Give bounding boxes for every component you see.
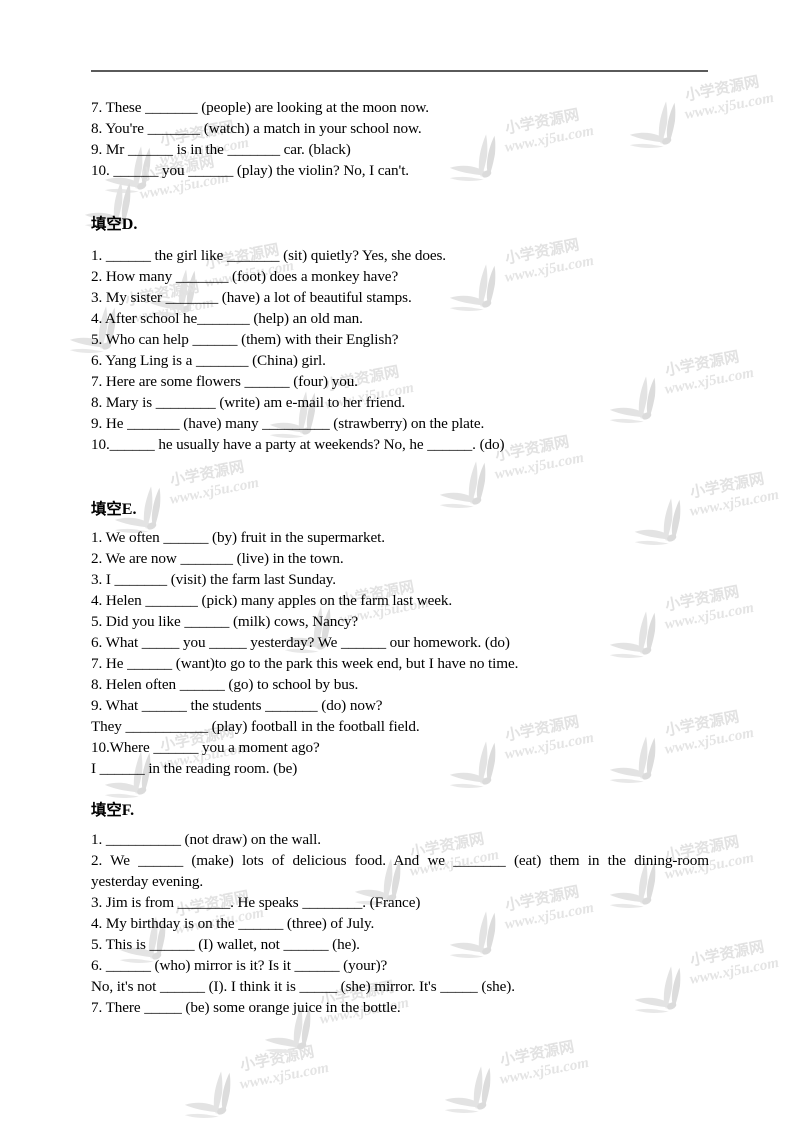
question-line: 4. Helen _______ (pick) many apples on t… [91, 592, 453, 609]
watermark-cn-text: 小学资源网 [498, 1037, 576, 1070]
question-line: They ___________ (play) football in the … [91, 718, 420, 735]
bird-leaf-logo-icon [184, 1071, 231, 1118]
question-line: 6. Yang Ling is a _______ (China) girl. [91, 352, 326, 369]
question-line: No, it's not ______ (I). I think it is _… [91, 978, 515, 995]
question-line: 3. Jim is from _______. He speaks ______… [91, 894, 421, 911]
question-line: 7. There _____ (be) some orange juice in… [91, 999, 401, 1016]
question-line: 8. Helen often ______ (go) to school by … [91, 676, 359, 693]
question-line: 4. After school he_______ (help) an old … [91, 310, 363, 327]
question-line: 8. Mary is ________ (write) am e-mail to… [91, 394, 406, 411]
question-line: 7. He ______ (want)to go to the park thi… [91, 655, 519, 672]
section-e-questions: 1. We often ______ (by) fruit in the sup… [91, 527, 711, 779]
section-e-heading-letter: E. [121, 501, 137, 518]
question-line: 5. Did you like ______ (milk) cows, Nanc… [91, 613, 359, 630]
question-line: 7. Here are some flowers ______ (four) y… [91, 373, 358, 390]
carryover-questions: 7. These _______ (people) are looking at… [91, 97, 711, 181]
watermark: 小学资源网 www.xj5u.com [435, 1020, 655, 1131]
question-line: 3. My sister _______ (have) a lot of bea… [91, 289, 412, 306]
question-line: 6. ______ (who) mirror is it? Is it ____… [91, 957, 388, 974]
question-line: 9. He _______ (have) many _________ (str… [91, 415, 485, 432]
section-f-heading-cjk: 填空 [91, 801, 122, 819]
question-line: 2. How many _______ (foot) does a monkey… [91, 268, 399, 285]
watermark-cn-text: 小学资源网 [168, 457, 246, 490]
section-f-heading-letter: F. [121, 802, 135, 819]
question-line: 1. We often ______ (by) fruit in the sup… [91, 529, 385, 546]
question-line: 10. ______ you ______ (play) the violin?… [91, 162, 410, 179]
section-f-questions: 1. __________ (not draw) on the wall. 2. … [91, 829, 711, 1018]
section-heading-e: 填空E. [91, 498, 711, 521]
section-d-heading-letter: D. [121, 216, 138, 233]
section-d-questions: 1. ______ the girl like _______ (sit) qu… [91, 245, 711, 455]
question-line: 9. Mr ______ is in the _______ car. (bla… [91, 141, 351, 158]
question-line: 8. You're _______ (watch) a match in you… [91, 120, 422, 137]
question-line: 10.Where ______ you a moment ago? [91, 739, 320, 756]
question-line: 7. These _______ (people) are looking at… [91, 99, 429, 116]
watermark-cn-text: 小学资源网 [238, 1042, 316, 1075]
watermark-url-text: www.xj5u.com [498, 1054, 591, 1088]
question-line: 6. What _____ you _____ yesterday? We __… [91, 634, 510, 651]
question-line: 2. We ______ (make) lots of delicious fo… [91, 852, 709, 869]
question-line: I ______ in the reading room. (be) [91, 760, 298, 777]
question-line: 4. My birthday is on the ______ (three) … [91, 915, 375, 932]
question-line: 10.______ he usually have a party at wee… [91, 436, 505, 453]
header-divider-rule [91, 70, 708, 72]
section-heading-f: 填空F. [91, 799, 711, 822]
section-e-heading-cjk: 填空 [91, 500, 122, 518]
question-line: 2. We are now _______ (live) in the town… [91, 550, 344, 567]
watermark-url-text: www.xj5u.com [238, 1059, 331, 1093]
section-d-heading-cjk: 填空 [91, 215, 122, 233]
question-line: 5. Who can help ______ (them) with their… [91, 331, 399, 348]
section-heading-d: 填空D. [91, 213, 711, 236]
question-line: 1. ______ the girl like _______ (sit) qu… [91, 247, 446, 264]
question-line: 3. I _______ (visit) the farm last Sunda… [91, 571, 336, 588]
question-line: yesterday evening. [91, 873, 204, 890]
question-line: 1. __________ (not draw) on the wall. [91, 831, 321, 848]
watermark: 小学资源网 www.xj5u.com [175, 1025, 395, 1136]
question-line: 5. This is ______ (I) wallet, not ______… [91, 936, 360, 953]
question-line: 9. What ______ the students _______ (do)… [91, 697, 383, 714]
bird-leaf-logo-icon [444, 1066, 491, 1113]
